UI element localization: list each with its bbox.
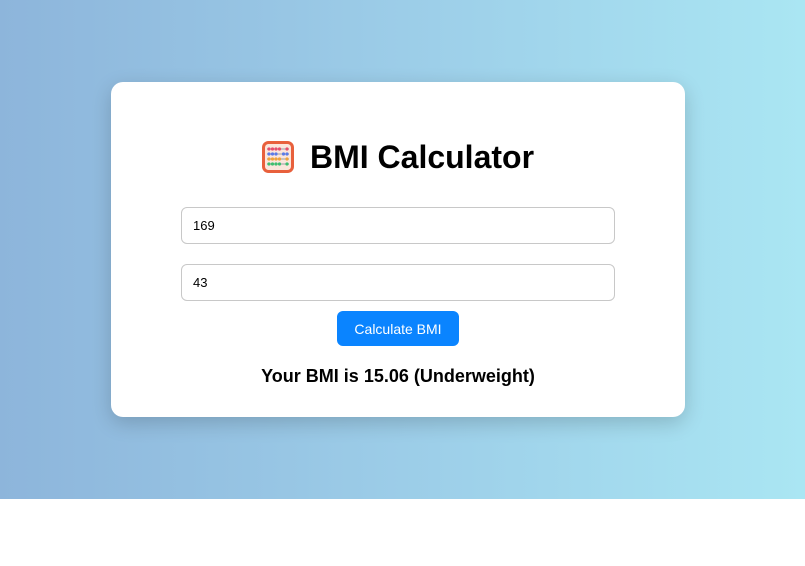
bmi-result: Your BMI is 15.06 (Underweight): [261, 366, 535, 386]
calculate-bmi-button[interactable]: Calculate BMI: [337, 311, 459, 346]
height-input[interactable]: [181, 207, 615, 244]
abacus-icon: [261, 141, 294, 173]
bmi-card: BMI Calculator Calculate BMI Your BMI is…: [111, 82, 685, 417]
page-title: BMI Calculator: [309, 139, 535, 175]
title-row: BMI Calculator: [111, 137, 685, 177]
weight-input[interactable]: [181, 264, 615, 301]
